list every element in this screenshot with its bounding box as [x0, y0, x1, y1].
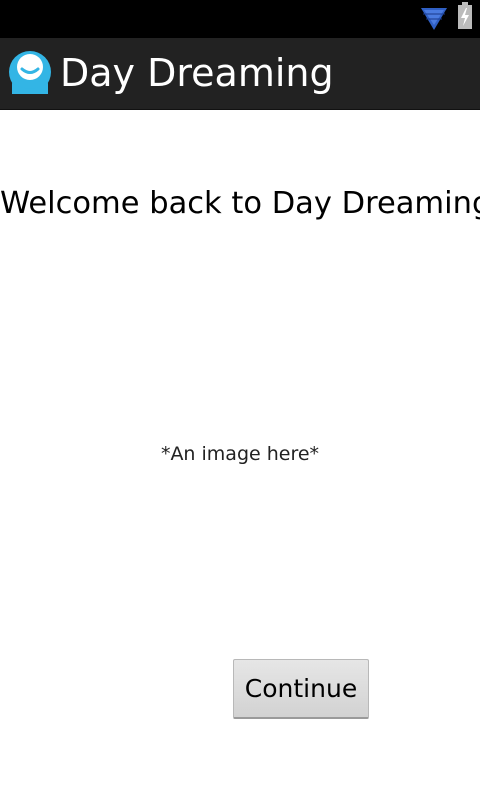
status-bar — [0, 0, 480, 38]
image-placeholder-text: *An image here* — [160, 443, 320, 465]
action-bar: Day Dreaming — [0, 38, 480, 109]
app-title: Day Dreaming — [60, 51, 334, 95]
continue-button[interactable]: Continue — [233, 659, 369, 719]
battery-charging-icon — [458, 2, 472, 29]
wifi-icon — [421, 8, 447, 30]
welcome-heading: Welcome back to Day Dreaming! — [0, 186, 480, 221]
day-dreaming-app-icon[interactable] — [8, 50, 52, 94]
